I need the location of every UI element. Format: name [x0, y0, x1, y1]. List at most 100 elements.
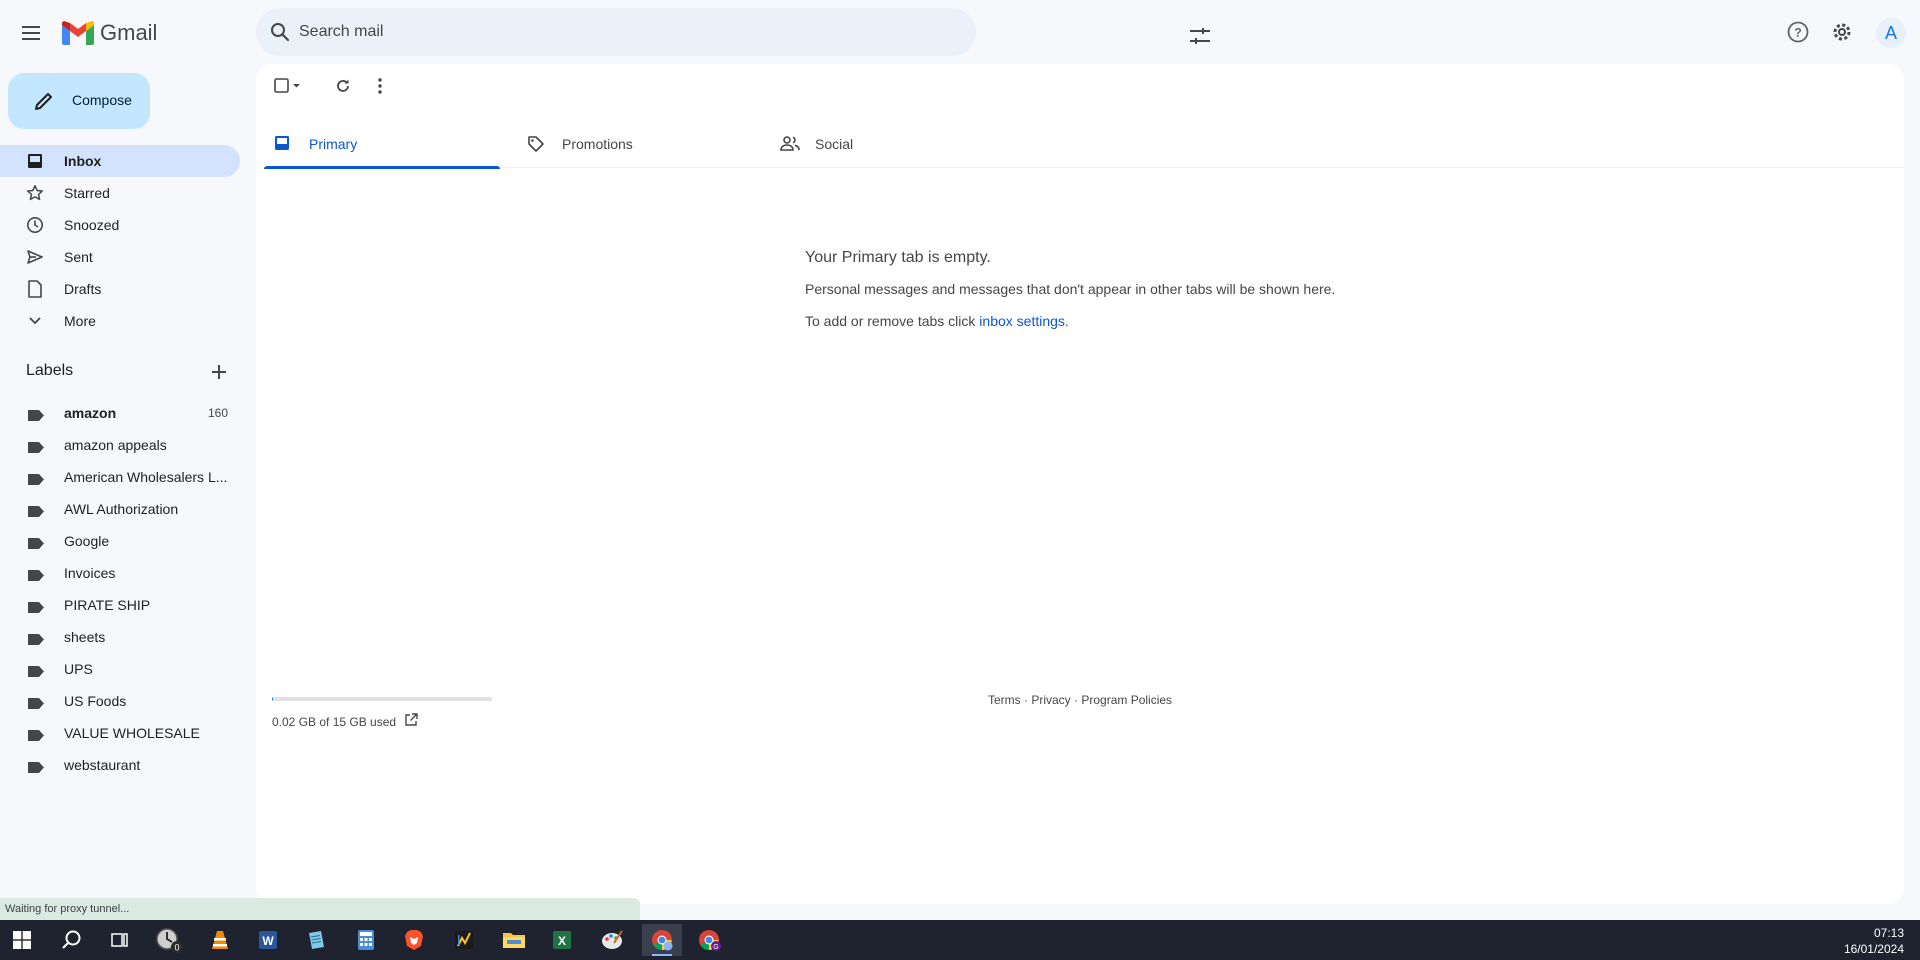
refresh-icon[interactable] [335, 78, 351, 94]
pencil-icon [33, 90, 55, 115]
brave-browser-icon[interactable] [394, 924, 434, 956]
label-tag-icon [28, 504, 44, 522]
label-item[interactable]: UPS [0, 653, 240, 685]
status-text: Waiting for proxy tunnel... [5, 903, 130, 915]
label-name: VALUE WHOLESALE [64, 725, 200, 741]
send-icon [26, 248, 44, 266]
system-clock[interactable]: 07:13 16/01/2024 [1844, 925, 1904, 957]
program-policies-link[interactable]: Program Policies [1081, 693, 1172, 707]
storage-text: 0.02 GB of 15 GB used [272, 714, 397, 729]
privacy-link[interactable]: Privacy [1031, 693, 1070, 707]
windows-taskbar: 0 W X G 07:13 16/01/2024 [0, 920, 1920, 960]
sidebar-nav: Inbox Starred Snoozed Sent Drafts More [0, 145, 240, 337]
label-item[interactable]: PIRATE SHIP [0, 589, 240, 621]
label-item[interactable]: VALUE WHOLESALE [0, 717, 240, 749]
label-name: American Wholesalers L... [64, 469, 228, 485]
sidebar-item-sent[interactable]: Sent [0, 241, 240, 273]
main-menu-icon[interactable] [19, 21, 43, 45]
sidebar-item-snoozed[interactable]: Snoozed [0, 209, 240, 241]
sidebar-item-label: More [64, 313, 96, 329]
file-explorer-icon[interactable] [494, 924, 534, 956]
hint-suffix: . [1064, 313, 1069, 329]
label-name: Google [64, 533, 110, 549]
labels-header: Labels [26, 362, 236, 386]
settings-gear-icon[interactable] [1830, 20, 1854, 44]
top-header: Gmail ? A [0, 0, 1920, 64]
search-options-icon[interactable] [1190, 28, 1210, 49]
mail-toolbar [256, 64, 1904, 112]
label-tag-icon [28, 632, 44, 650]
label-tag-icon [28, 696, 44, 714]
footer-links: Terms · Privacy · Program Policies [988, 693, 1172, 707]
label-name: amazon appeals [64, 437, 167, 453]
label-item[interactable]: sheets [0, 621, 240, 653]
sidebar-item-label: Inbox [64, 153, 102, 169]
svg-text:?: ? [1794, 26, 1801, 40]
sidebar-item-more[interactable]: More [0, 305, 240, 337]
label-tag-icon [28, 536, 44, 554]
calculator-icon[interactable] [346, 924, 386, 956]
tab-label: Social [815, 136, 854, 152]
notepad-app-icon[interactable] [296, 924, 336, 956]
svg-text:X: X [558, 934, 566, 948]
sidebar-item-drafts[interactable]: Drafts [0, 273, 240, 305]
vlc-icon[interactable] [200, 924, 240, 956]
hint-prefix: To add or remove tabs click [805, 313, 980, 329]
label-item[interactable]: American Wholesalers L... [0, 461, 240, 493]
label-tag-icon [28, 664, 44, 682]
taskbar-search-icon[interactable] [52, 924, 92, 956]
empty-description: Personal messages and messages that don'… [805, 281, 1336, 297]
word-icon[interactable]: W [248, 924, 288, 956]
label-item[interactable]: amazon 160 [0, 397, 240, 429]
label-name: sheets [64, 629, 106, 645]
category-tabs: Primary Promotions Social [264, 120, 1904, 169]
label-tag-icon [28, 728, 44, 746]
footer-separator: · [1020, 693, 1032, 707]
label-item[interactable]: US Foods [0, 685, 240, 717]
help-icon[interactable]: ? [1786, 20, 1810, 44]
clock-date: 16/01/2024 [1843, 942, 1904, 956]
windows-start-icon[interactable] [2, 924, 42, 956]
chrome-profile-badge: G [713, 944, 718, 951]
clock-app-icon[interactable]: 0 [150, 924, 190, 956]
label-item[interactable]: webstaurant [0, 749, 240, 781]
chrome-icon[interactable] [642, 924, 682, 956]
sidebar-item-starred[interactable]: Starred [0, 177, 240, 209]
search-input[interactable] [299, 20, 879, 44]
terms-link[interactable]: Terms [988, 693, 1021, 707]
label-tag-icon [28, 760, 44, 778]
search-icon[interactable] [268, 20, 292, 44]
gmail-logo[interactable]: Gmail [62, 20, 157, 46]
main-panel: Primary Promotions Social Your Primary t… [256, 64, 1904, 904]
select-all-checkbox[interactable] [274, 78, 302, 94]
label-tag-icon [28, 472, 44, 490]
stock-chart-app-icon[interactable] [444, 924, 484, 956]
excel-icon[interactable]: X [542, 924, 582, 956]
chrome-profile-icon[interactable]: G [690, 924, 730, 956]
sidebar-item-inbox[interactable]: Inbox [0, 145, 240, 177]
external-link-icon[interactable] [404, 713, 418, 730]
label-item[interactable]: amazon appeals [0, 429, 240, 461]
star-icon [26, 184, 44, 202]
task-view-icon[interactable] [100, 924, 140, 956]
search-bar[interactable] [256, 8, 1210, 56]
add-label-plus-icon[interactable] [211, 364, 227, 385]
gmail-app: Gmail ? A Compose [0, 0, 1920, 920]
tab-primary[interactable]: Primary [264, 120, 500, 169]
compose-button[interactable]: Compose [8, 73, 150, 129]
label-item[interactable]: Google [0, 525, 240, 557]
paint-app-icon[interactable] [592, 924, 632, 956]
tab-promotions[interactable]: Promotions [517, 120, 753, 168]
sidebar-item-label: Starred [64, 185, 110, 201]
account-avatar[interactable]: A [1876, 18, 1906, 48]
label-tag-icon [28, 440, 44, 458]
label-item[interactable]: AWL Authorization [0, 493, 240, 525]
label-name: webstaurant [64, 757, 141, 773]
inbox-icon [26, 152, 44, 170]
inbox-settings-link[interactable]: inbox settings [979, 313, 1065, 329]
browser-status-bar: Waiting for proxy tunnel... [0, 898, 640, 920]
tab-social[interactable]: Social [770, 120, 1006, 168]
label-item[interactable]: Invoices [0, 557, 240, 589]
more-options-icon[interactable] [378, 78, 382, 94]
storage-meter: 0.02 GB of 15 GB used [272, 697, 502, 730]
